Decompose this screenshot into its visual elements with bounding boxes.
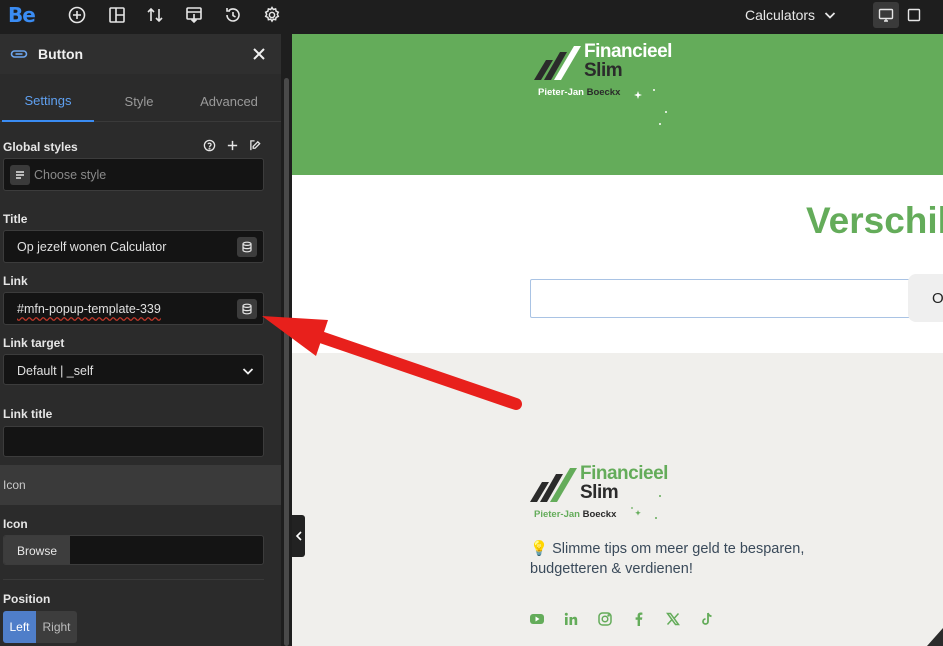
sparkle-icon	[631, 495, 661, 519]
footer-sub-last: Boeckx	[582, 509, 617, 520]
tab-settings[interactable]: Settings	[2, 80, 94, 122]
chevron-down-icon	[242, 368, 254, 375]
brand-sub-first: Pieter-Jan	[538, 87, 584, 98]
app-logo[interactable]: Be	[8, 3, 36, 27]
global-style-select[interactable]: Choose style	[3, 158, 264, 191]
brand-name-line2: Slim	[584, 60, 623, 81]
youtube-icon[interactable]	[529, 611, 545, 627]
panel-scrollbar[interactable]	[284, 78, 289, 646]
title-label: Title	[3, 212, 28, 226]
button-element-icon	[10, 46, 28, 62]
chevron-left-icon	[295, 531, 302, 541]
tab-advanced[interactable]: Advanced	[183, 80, 275, 122]
link-target-select[interactable]: Default | _self	[3, 354, 264, 385]
panel-header: Button	[0, 34, 281, 74]
link-value: #mfn-popup-template-339	[17, 302, 161, 316]
import-icon[interactable]	[184, 5, 204, 25]
link-target-label: Link target	[3, 336, 65, 350]
plus-circle-icon[interactable]	[67, 5, 87, 25]
top-toolbar: Be Calculators	[0, 0, 943, 30]
link-title-input[interactable]	[3, 426, 264, 457]
panel-tabs: Settings Style Advanced	[0, 80, 281, 122]
browse-button[interactable]: Browse	[4, 536, 70, 564]
footer-brand-logo[interactable]: Financieel Slim Pieter-Jan Boeckx	[530, 462, 690, 522]
add-icon[interactable]	[226, 139, 239, 152]
gear-icon[interactable]	[262, 5, 282, 25]
dynamic-data-icon[interactable]	[237, 299, 257, 319]
global-styles-label: Global styles	[3, 140, 78, 154]
brand-sub-last: Boeckx	[586, 87, 621, 98]
link-input[interactable]: #mfn-popup-template-339	[3, 292, 264, 325]
tiktok-icon[interactable]	[699, 611, 715, 627]
chevron-down-icon	[824, 12, 836, 19]
sparkle-icon	[634, 89, 667, 125]
help-icon[interactable]	[203, 139, 216, 152]
style-edit-icon[interactable]	[249, 139, 262, 152]
dynamic-data-icon[interactable]	[237, 237, 257, 257]
footer-brand-subtitle: Pieter-Jan Boeckx	[534, 509, 616, 520]
position-right-option[interactable]: Right	[36, 611, 77, 643]
global-style-placeholder: Choose style	[34, 168, 107, 182]
lightbulb-emoji: 💡	[530, 541, 549, 557]
tab-style[interactable]: Style	[93, 80, 185, 122]
footer-brand-line1: Financieel	[580, 463, 668, 484]
calculator-button-text: O	[932, 290, 943, 307]
link-label: Link	[3, 274, 28, 288]
history-icon[interactable]	[223, 5, 243, 25]
page-select[interactable]: Calculators	[745, 5, 837, 25]
corner-resize-handle[interactable]	[927, 628, 943, 646]
tablet-icon[interactable]	[901, 2, 927, 28]
list-icon	[10, 165, 30, 185]
collapse-panel-button[interactable]	[292, 515, 305, 557]
brand-logo[interactable]: Financieel Slim Pieter-Jan Boeckx	[534, 40, 694, 125]
position-left-option[interactable]: Left	[3, 611, 36, 643]
footer-sub-first: Pieter-Jan	[534, 509, 580, 520]
x-icon[interactable]	[665, 611, 681, 627]
title-value: Op jezelf wonen Calculator	[17, 240, 167, 254]
close-icon[interactable]	[250, 45, 268, 63]
hero-section: Financieel Slim Pieter-Jan Boeckx	[292, 34, 943, 175]
icon-section-header[interactable]: Icon	[0, 465, 281, 505]
panel-title: Button	[38, 46, 84, 62]
global-styles-actions	[203, 139, 262, 153]
icon-picker: Browse	[3, 535, 264, 565]
position-label: Position	[3, 592, 51, 606]
brand-name: Financieel Slim	[584, 42, 672, 80]
icon-section-title: Icon	[3, 478, 26, 492]
sort-icon[interactable]	[145, 5, 165, 25]
social-links	[529, 611, 715, 627]
calculator-button[interactable]: O	[908, 274, 943, 322]
tagline-text: Slimme tips om meer geld te besparen, bu…	[530, 541, 805, 577]
brand-name-line1: Financieel	[584, 41, 672, 62]
footer-tagline: 💡 Slimme tips om meer geld te besparen, …	[530, 539, 830, 579]
link-target-value: Default | _self	[17, 364, 94, 378]
desktop-icon[interactable]	[873, 2, 899, 28]
brand-subtitle: Pieter-Jan Boeckx	[538, 87, 620, 98]
logo-stripes-icon	[530, 468, 577, 502]
linkedin-icon[interactable]	[563, 611, 579, 627]
page-select-label: Calculators	[745, 7, 816, 23]
layout-icon[interactable]	[107, 5, 127, 25]
facebook-icon[interactable]	[631, 611, 647, 627]
section-divider	[3, 579, 264, 580]
title-input[interactable]: Op jezelf wonen Calculator	[3, 230, 264, 263]
page-preview: Financieel Slim Pieter-Jan Boeckx Versch…	[292, 34, 943, 646]
instagram-icon[interactable]	[597, 611, 613, 627]
icon-label: Icon	[3, 517, 28, 531]
section-heading: Verschil	[806, 200, 943, 241]
link-title-label: Link title	[3, 407, 53, 421]
calculator-input[interactable]	[530, 279, 922, 318]
logo-stripes-icon	[534, 46, 581, 80]
